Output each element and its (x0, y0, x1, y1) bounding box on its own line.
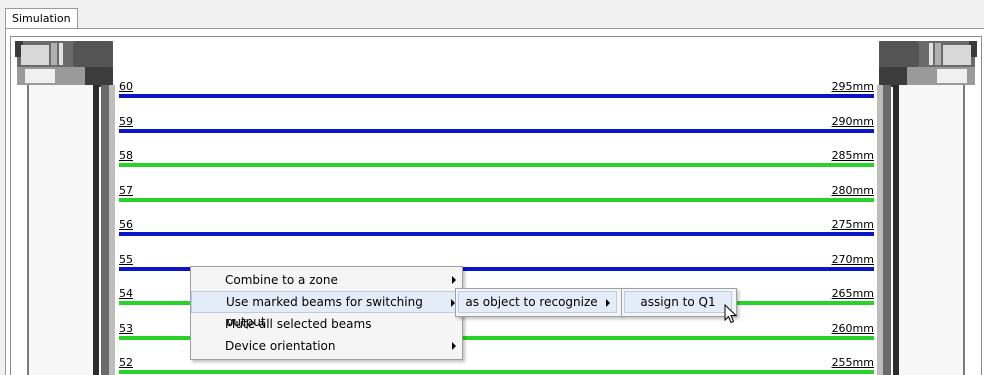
simulation-viewport: 60 295mm 59 290mm 58 285mm 57 280mm 56 275mm 55 270… (10, 36, 982, 375)
beam-line-unmarked[interactable] (119, 163, 874, 167)
beam-number: 58 (119, 149, 133, 162)
beam-height-label: 265mm (831, 287, 874, 300)
submenu-arrow-icon (452, 276, 456, 284)
beam-height-label: 255mm (831, 356, 874, 369)
menu-item-use-marked-beams[interactable]: Use marked beams for switching output (191, 291, 462, 329)
submenu-arrow-icon (452, 342, 456, 350)
menu-item-label: assign to Q1 (640, 295, 716, 309)
menu-item-mute-selected-beams[interactable]: Mute all selected beams (191, 313, 462, 335)
beam-number: 55 (119, 252, 133, 266)
beam-height-label: 285mm (831, 149, 874, 162)
beam-row[interactable]: 58 285mm (119, 149, 874, 169)
context-menu: Combine to a zone Use marked beams for s… (190, 266, 463, 360)
beam-number: 53 (119, 321, 133, 335)
beam-line-unmarked[interactable] (119, 197, 874, 202)
beam-height-label: 275mm (831, 218, 874, 231)
menu-item-combine-to-zone[interactable]: Combine to a zone (191, 269, 462, 291)
beam-height-label: 290mm (831, 114, 874, 128)
light-curtain-receiver (877, 41, 977, 375)
beam-number: 59 (119, 114, 133, 128)
beam-number: 60 (119, 80, 133, 93)
submenu-arrow-icon (606, 299, 610, 307)
beam-number: 56 (119, 218, 133, 231)
light-curtain-sender (15, 41, 115, 375)
beam-height-label: 270mm (831, 252, 874, 266)
beam-number: 54 (119, 287, 133, 300)
beam-height-label: 260mm (831, 321, 874, 335)
menu-item-as-object-to-recognize[interactable]: as object to recognize (458, 291, 617, 313)
beam-height-label: 295mm (831, 80, 874, 93)
beam-number: 52 (119, 356, 133, 369)
beam-line-marked[interactable] (119, 128, 874, 133)
menu-item-device-orientation[interactable]: Device orientation (191, 335, 462, 357)
submenu-switching-output: as object to recognize (455, 288, 622, 317)
beam-row[interactable]: 60 295mm (119, 80, 874, 100)
menu-item-assign-to-q1[interactable]: assign to Q1 (624, 291, 732, 313)
submenu-object-output: assign to Q1 (621, 288, 737, 317)
beam-number: 57 (119, 183, 133, 197)
menu-item-label: Mute all selected beams (225, 317, 372, 331)
tab-strip: Simulation (0, 0, 984, 30)
beam-line-marked[interactable] (119, 232, 874, 236)
beam-row[interactable]: 59 290mm (119, 115, 874, 135)
mouse-pointer-icon (724, 304, 738, 324)
beam-line-unmarked[interactable] (119, 370, 874, 374)
menu-item-label: Device orientation (225, 339, 336, 353)
beam-height-label: 280mm (831, 183, 874, 197)
menu-item-label: as object to recognize (465, 295, 598, 309)
menu-item-label: Combine to a zone (225, 273, 338, 287)
beam-row[interactable]: 57 280mm (119, 184, 874, 204)
beam-line-marked[interactable] (119, 94, 874, 98)
tab-simulation[interactable]: Simulation (5, 8, 78, 29)
beam-row[interactable]: 56 275mm (119, 218, 874, 238)
